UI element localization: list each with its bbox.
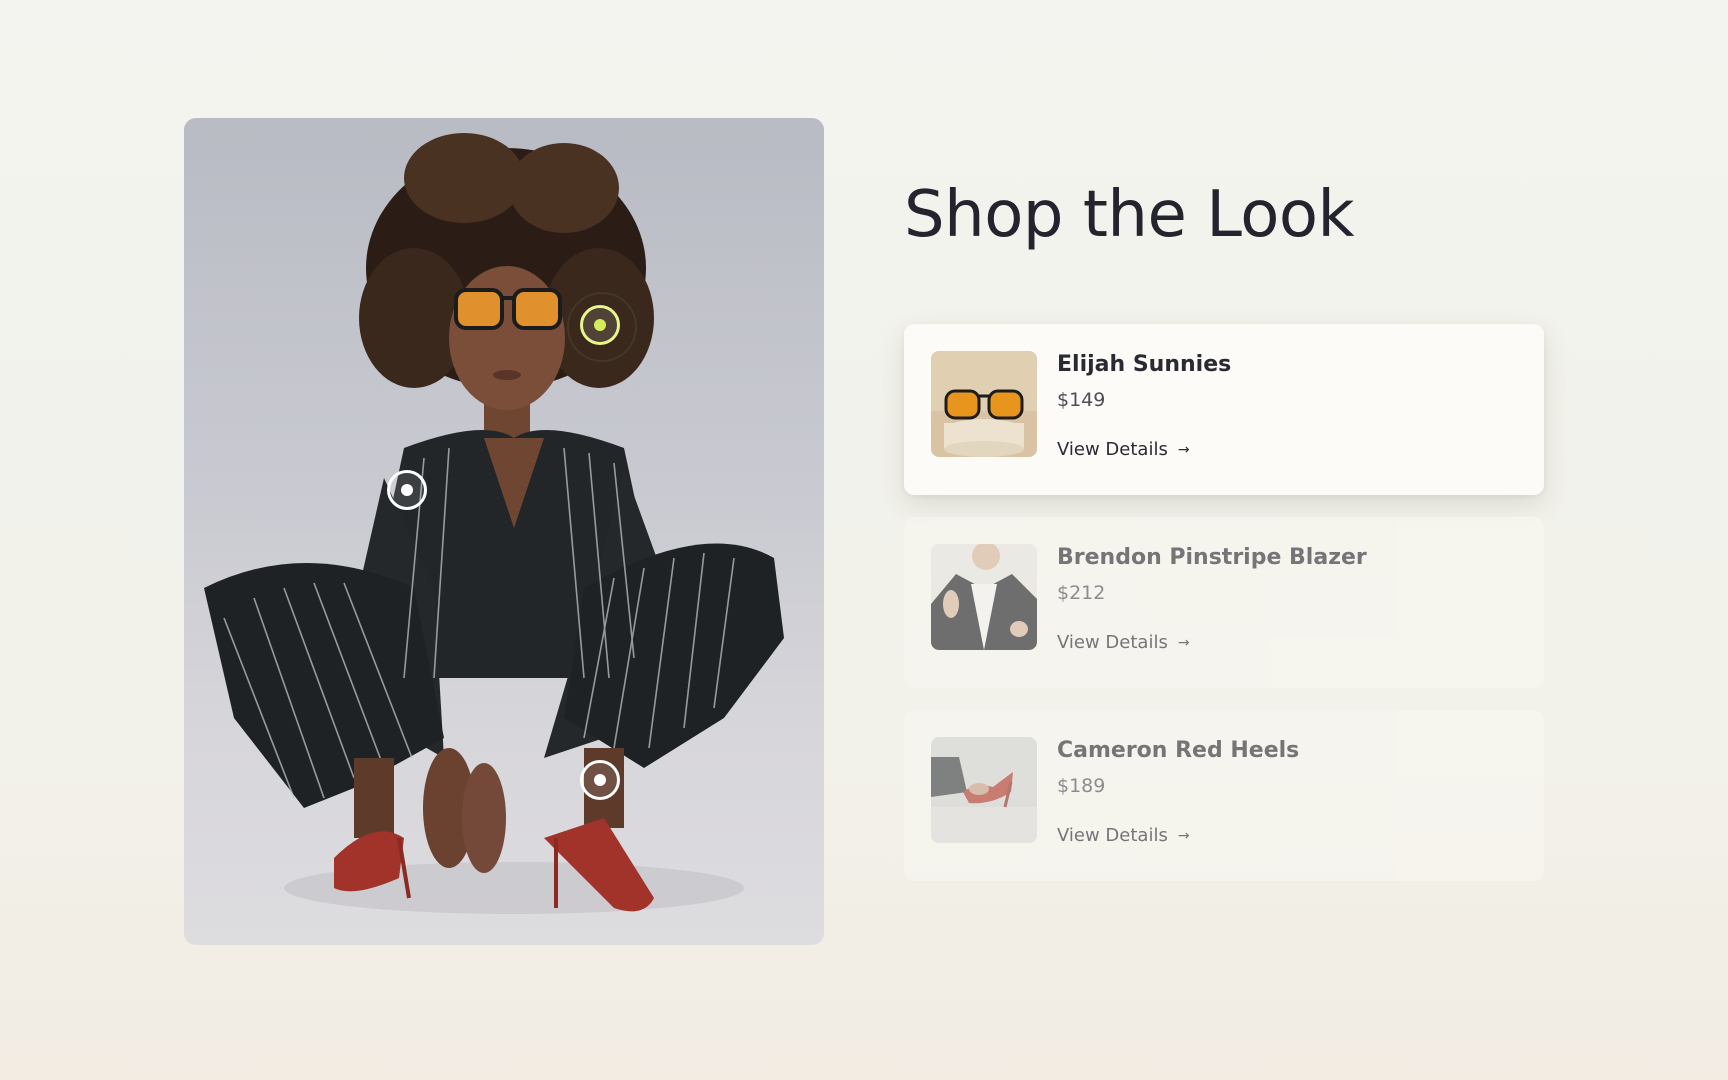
hotspot-heels[interactable] xyxy=(580,760,620,800)
page-title: Shop the Look xyxy=(904,178,1355,252)
arrow-right-icon: → xyxy=(1177,634,1190,651)
product-card-brendon-pinstripe-blazer[interactable]: Brendon Pinstripe Blazer $212 View Detai… xyxy=(904,517,1544,688)
view-details-label: View Details xyxy=(1057,439,1168,460)
product-name: Elijah Sunnies xyxy=(1057,352,1232,377)
lookbook-photo xyxy=(184,118,824,945)
view-details-link[interactable]: View Details → xyxy=(1057,439,1190,460)
view-details-label: View Details xyxy=(1057,632,1168,653)
view-details-link[interactable]: View Details → xyxy=(1057,825,1190,846)
shop-the-look-page: Shop the Look Elijah Sunnies $149 View D… xyxy=(0,0,1728,1080)
product-price: $189 xyxy=(1057,775,1106,797)
product-card-cameron-red-heels[interactable]: Cameron Red Heels $189 View Details → xyxy=(904,710,1544,881)
hotspot-blazer[interactable] xyxy=(387,470,427,510)
view-details-label: View Details xyxy=(1057,825,1168,846)
product-price: $149 xyxy=(1057,389,1106,411)
product-name: Brendon Pinstripe Blazer xyxy=(1057,545,1367,570)
blazer-thumbnail xyxy=(931,544,1037,650)
heels-thumbnail xyxy=(931,737,1037,843)
arrow-right-icon: → xyxy=(1177,827,1190,844)
sunglasses-thumbnail xyxy=(931,351,1037,457)
model-illustration xyxy=(204,133,784,914)
arrow-right-icon: → xyxy=(1177,441,1190,458)
view-details-link[interactable]: View Details → xyxy=(1057,632,1190,653)
product-card-elijah-sunnies[interactable]: Elijah Sunnies $149 View Details → xyxy=(904,324,1544,495)
hotspot-sunglasses[interactable] xyxy=(567,292,637,362)
product-name: Cameron Red Heels xyxy=(1057,738,1300,763)
product-price: $212 xyxy=(1057,582,1106,604)
